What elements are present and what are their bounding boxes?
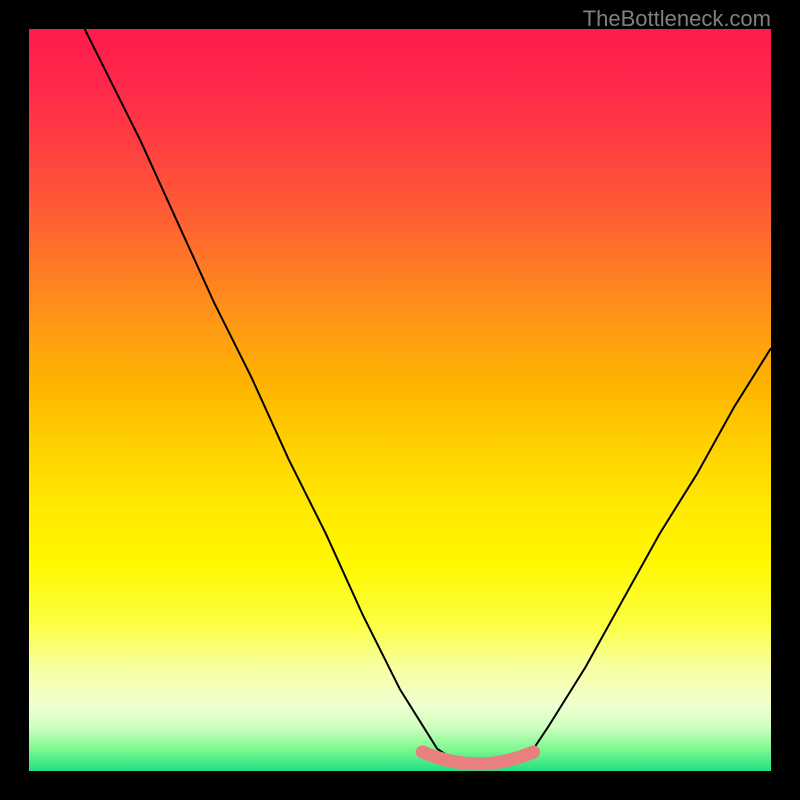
plot-area bbox=[29, 29, 771, 771]
bottleneck-curve bbox=[29, 29, 771, 767]
attribution-text: TheBottleneck.com bbox=[583, 6, 771, 32]
curve-svg bbox=[29, 29, 771, 771]
chart-container: TheBottleneck.com bbox=[0, 0, 800, 800]
optimal-band bbox=[422, 752, 533, 764]
